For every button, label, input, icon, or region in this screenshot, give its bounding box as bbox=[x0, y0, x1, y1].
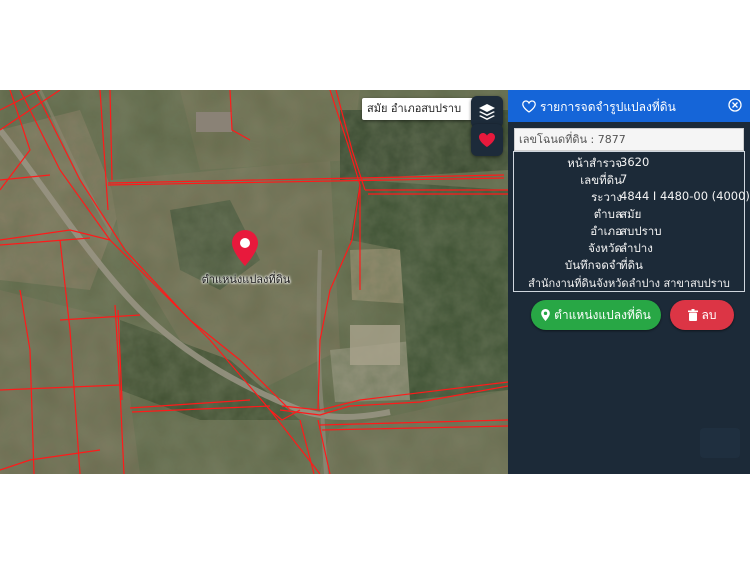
parcel-info-panel: รายการจดจำรูปแปลงที่ดิน เลขโฉนดที่ดิน : … bbox=[508, 90, 750, 474]
detail-value: 7 bbox=[620, 172, 628, 186]
close-icon[interactable] bbox=[728, 97, 742, 116]
detail-value: ที่ดิน bbox=[620, 258, 643, 272]
detail-value: สมัย bbox=[620, 207, 642, 221]
land-office-name: สำนักงานที่ดินจังหวัดลำปาง สาขาสบปราบ bbox=[528, 277, 730, 290]
parcel-location-button-label: ตำแหน่งแปลงที่ดิน bbox=[554, 307, 651, 322]
location-search-box[interactable]: สมัย อำเภอสบปราบ bbox=[362, 98, 474, 120]
detail-row-survey-page: หน้าสำรวจ 3620 bbox=[514, 155, 744, 172]
deed-number: เลขโฉนดที่ดิน : 7877 bbox=[514, 128, 744, 151]
panel-header: รายการจดจำรูปแปลงที่ดิน bbox=[508, 90, 750, 122]
app-screen: ตำแหน่งแปลงที่ดิน สมัย อำเภอสบปราบ รายกา… bbox=[0, 90, 750, 474]
parcel-location-button[interactable]: ตำแหน่งแปลงที่ดิน bbox=[531, 300, 661, 330]
panel-title: รายการจดจำรูปแปลงที่ดิน bbox=[540, 100, 676, 114]
pin-label: ตำแหน่งแปลงที่ดิน bbox=[201, 273, 291, 286]
heart-outline-icon bbox=[522, 98, 536, 117]
detail-label: ระวาง bbox=[591, 190, 622, 204]
layers-icon bbox=[479, 104, 495, 120]
heart-icon bbox=[479, 133, 495, 147]
detail-row-district: อำเภอ สบปราบ bbox=[514, 223, 744, 240]
building-yard bbox=[350, 325, 400, 365]
favorite-button[interactable] bbox=[471, 124, 503, 156]
parcel-details-table: หน้าสำรวจ 3620 เลขที่ดิน 7 ระวาง 4844 I … bbox=[513, 151, 750, 292]
parcel-location-pin-icon[interactable] bbox=[232, 230, 258, 270]
zoom-control[interactable] bbox=[700, 428, 740, 458]
detail-label: บันทึกจดจำ bbox=[564, 258, 622, 272]
detail-label: หน้าสำรวจ bbox=[567, 156, 622, 170]
detail-label: จังหวัด bbox=[588, 241, 622, 255]
map-marker-icon bbox=[541, 309, 550, 321]
detail-label: เลขที่ดิน bbox=[580, 173, 622, 187]
detail-row-province: จังหวัด ลำปาง bbox=[514, 240, 744, 257]
detail-value: 3620 bbox=[620, 155, 650, 169]
detail-value: 4844 I 4480-00 (4000) bbox=[620, 189, 750, 203]
trash-icon bbox=[687, 309, 698, 321]
detail-row-office: สำนักงานที่ดินจังหวัดลำปาง สาขาสบปราบ bbox=[514, 274, 744, 291]
detail-row-saved-note: บันทึกจดจำ ที่ดิน bbox=[514, 257, 744, 274]
detail-row-subdistrict: ตำบล สมัย bbox=[514, 206, 744, 223]
detail-value: สบปราบ bbox=[620, 224, 662, 238]
detail-label: อำเภอ bbox=[590, 224, 622, 238]
detail-label: ตำบล bbox=[593, 207, 622, 221]
delete-button[interactable]: ลบ bbox=[670, 300, 734, 330]
detail-row-sheet: ระวาง 4844 I 4480-00 (4000) bbox=[514, 189, 750, 206]
delete-button-label: ลบ bbox=[701, 307, 717, 322]
building bbox=[196, 112, 232, 132]
detail-row-land-number: เลขที่ดิน 7 bbox=[514, 172, 744, 189]
detail-value: ลำปาง bbox=[620, 241, 653, 255]
